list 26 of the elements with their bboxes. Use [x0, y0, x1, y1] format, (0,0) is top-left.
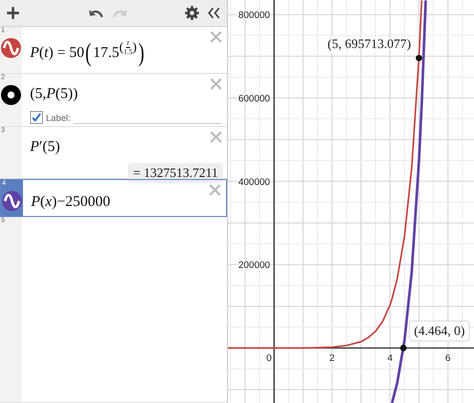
math-expression: (5,P(5)): [30, 84, 79, 104]
axis-label: 800000: [238, 10, 270, 22]
axis-label: 200000: [238, 260, 270, 272]
add-icon[interactable]: [6, 6, 20, 20]
wave-icon[interactable]: [2, 191, 22, 211]
axis-label: 6: [445, 353, 451, 364]
point-icon[interactable]: [1, 85, 21, 105]
axis-label: 0: [266, 353, 272, 364]
point-marker[interactable]: [400, 344, 407, 352]
axis-label: 2: [329, 353, 335, 364]
wave-icon[interactable]: [1, 38, 21, 58]
axis-label: 400000: [238, 176, 270, 188]
annotation: (4.464, 0): [414, 322, 465, 338]
result-value: = 1327513.7211: [128, 163, 223, 183]
point-label: (4.464, 0): [408, 320, 470, 342]
point-label: (5, 695713.077): [328, 36, 411, 52]
label-text: Label:: [46, 112, 71, 122]
math-expression: P(x)−250000: [31, 192, 112, 212]
axis-label: 600000: [238, 93, 270, 104]
label-checkbox[interactable]: [30, 111, 43, 124]
collapse-icon[interactable]: [207, 6, 221, 20]
math-expression: P′(5): [30, 138, 61, 156]
axis-label: 4: [387, 353, 393, 364]
point-marker[interactable]: [416, 54, 422, 62]
undo-icon[interactable]: [88, 7, 104, 19]
settings-icon[interactable]: [185, 6, 199, 20]
